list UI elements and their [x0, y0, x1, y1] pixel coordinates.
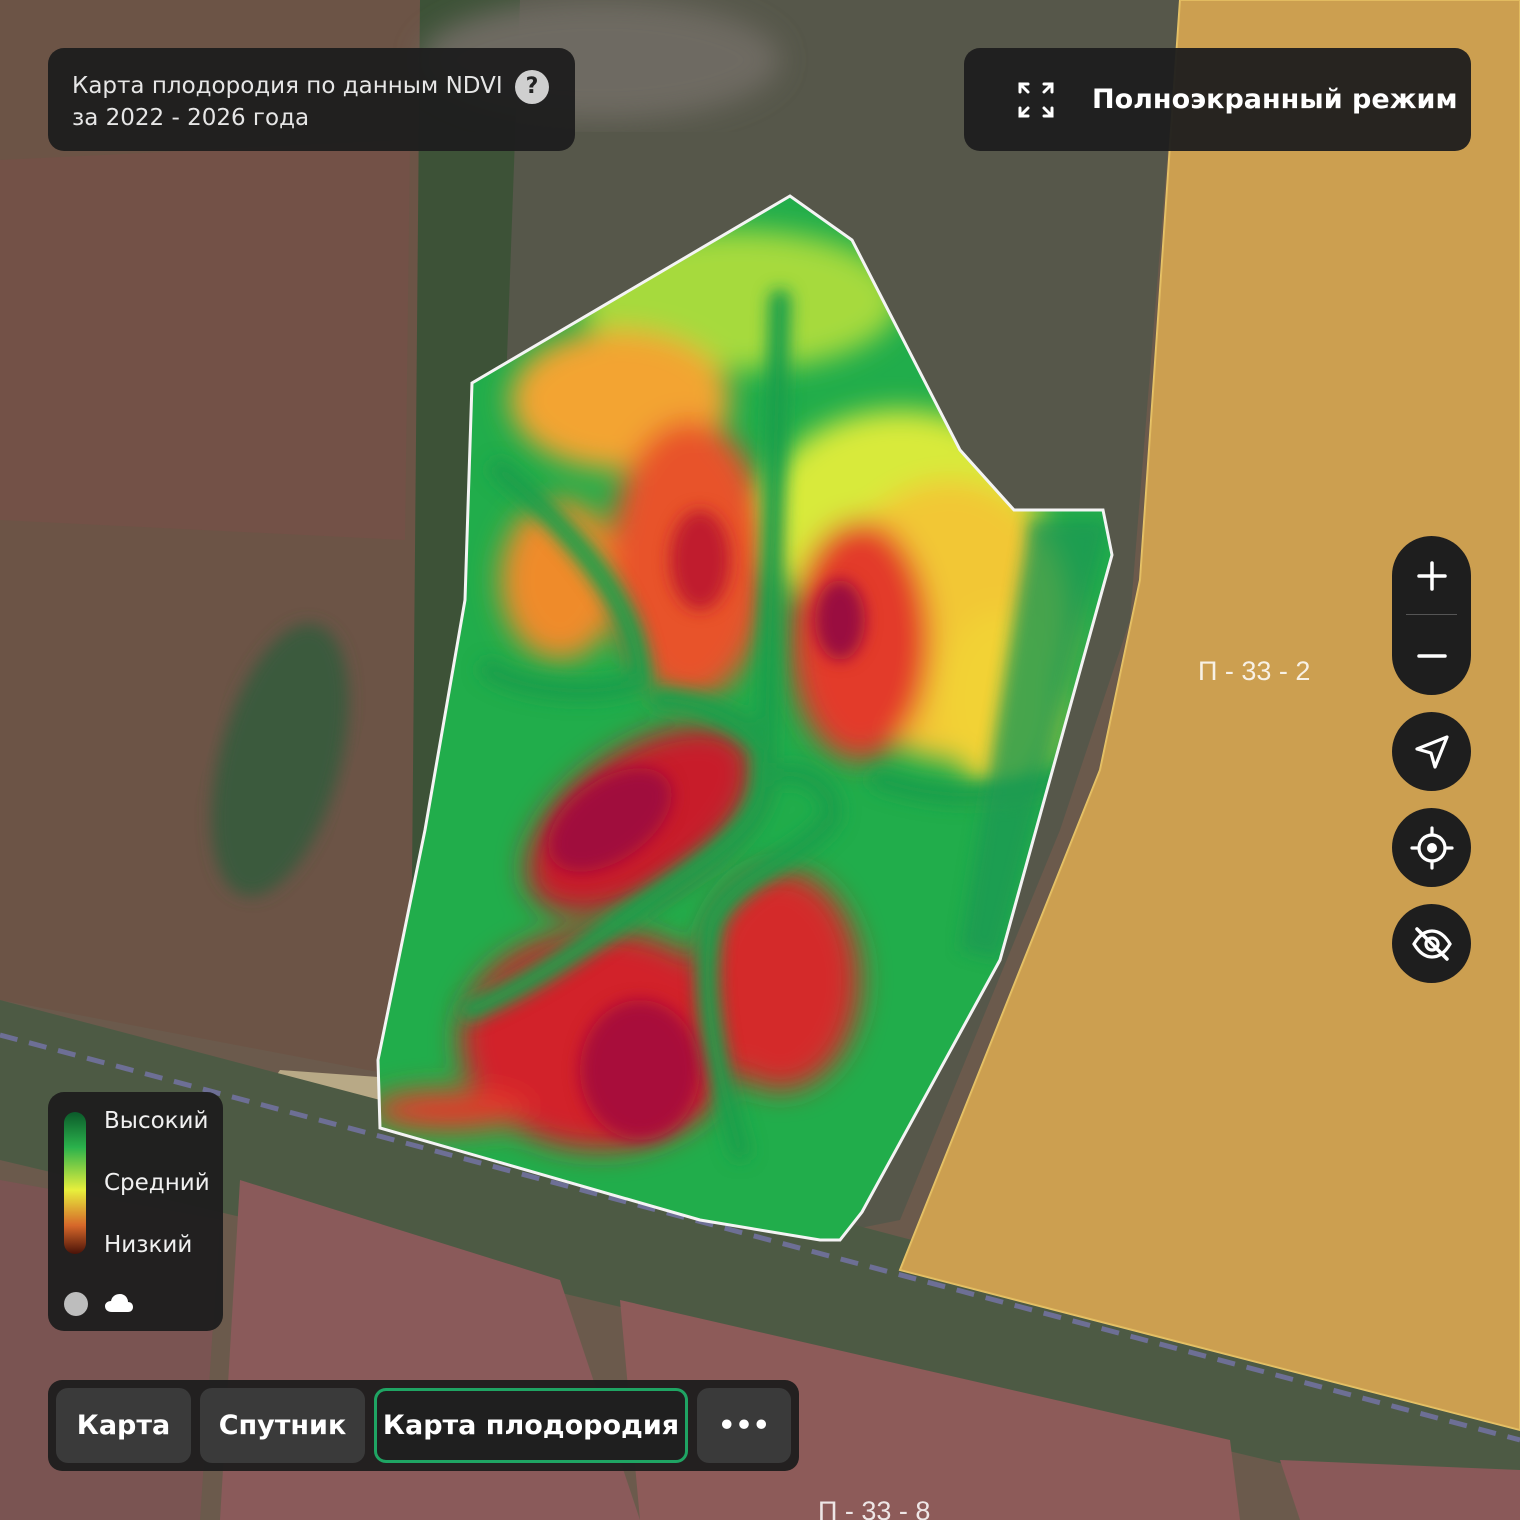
zoom-in-button[interactable]: [1392, 536, 1471, 615]
my-location-button[interactable]: [1392, 808, 1471, 887]
cloud-icon: [105, 1294, 133, 1312]
eye-off-icon: [1411, 926, 1452, 961]
help-icon[interactable]: ?: [515, 70, 549, 104]
crosshair-icon: [1409, 825, 1454, 870]
legend-high-label: Высокий: [104, 1108, 209, 1134]
map-info-title: Карта плодородия по данным NDVI: [72, 73, 503, 99]
legend-gradient-bar: [64, 1112, 86, 1254]
satellite-map[interactable]: П - 33 - 2 П - 33 - 8: [0, 0, 1520, 1520]
field-label-p-33-2: П - 33 - 2: [1198, 656, 1310, 686]
zoom-divider: [1406, 614, 1457, 615]
expand-icon: [1018, 82, 1054, 117]
map-info-period: за 2022 - 2026 года: [72, 105, 310, 131]
toggle-layer-visibility-button[interactable]: [1392, 904, 1471, 983]
tab-satellite[interactable]: Спутник: [200, 1388, 365, 1463]
more-options-button[interactable]: •••: [697, 1388, 791, 1463]
map-mode-tabs: Карта Спутник Карта плодородия •••: [48, 1380, 799, 1471]
map-info-panel: Карта плодородия по данным NDVI за 2022 …: [48, 48, 575, 151]
zoom-control: [1392, 536, 1471, 695]
fullscreen-label: Полноэкранный режим: [1092, 84, 1458, 115]
ndvi-legend: Высокий Средний Низкий: [48, 1092, 223, 1331]
plus-icon: [1416, 560, 1447, 591]
navigate-button[interactable]: [1392, 712, 1471, 791]
tab-fertility-map[interactable]: Карта плодородия: [374, 1388, 688, 1463]
field-label-p-33-8: П - 33 - 8: [818, 1496, 930, 1520]
minus-icon: [1416, 653, 1447, 658]
zoom-out-button[interactable]: [1392, 616, 1471, 695]
no-data-dot-icon: [64, 1292, 88, 1316]
legend-mid-label: Средний: [104, 1170, 210, 1196]
fullscreen-button[interactable]: Полноэкранный режим: [964, 48, 1471, 151]
legend-low-label: Низкий: [104, 1232, 193, 1258]
tab-map[interactable]: Карта: [56, 1388, 191, 1463]
navigation-arrow-icon: [1414, 734, 1449, 769]
